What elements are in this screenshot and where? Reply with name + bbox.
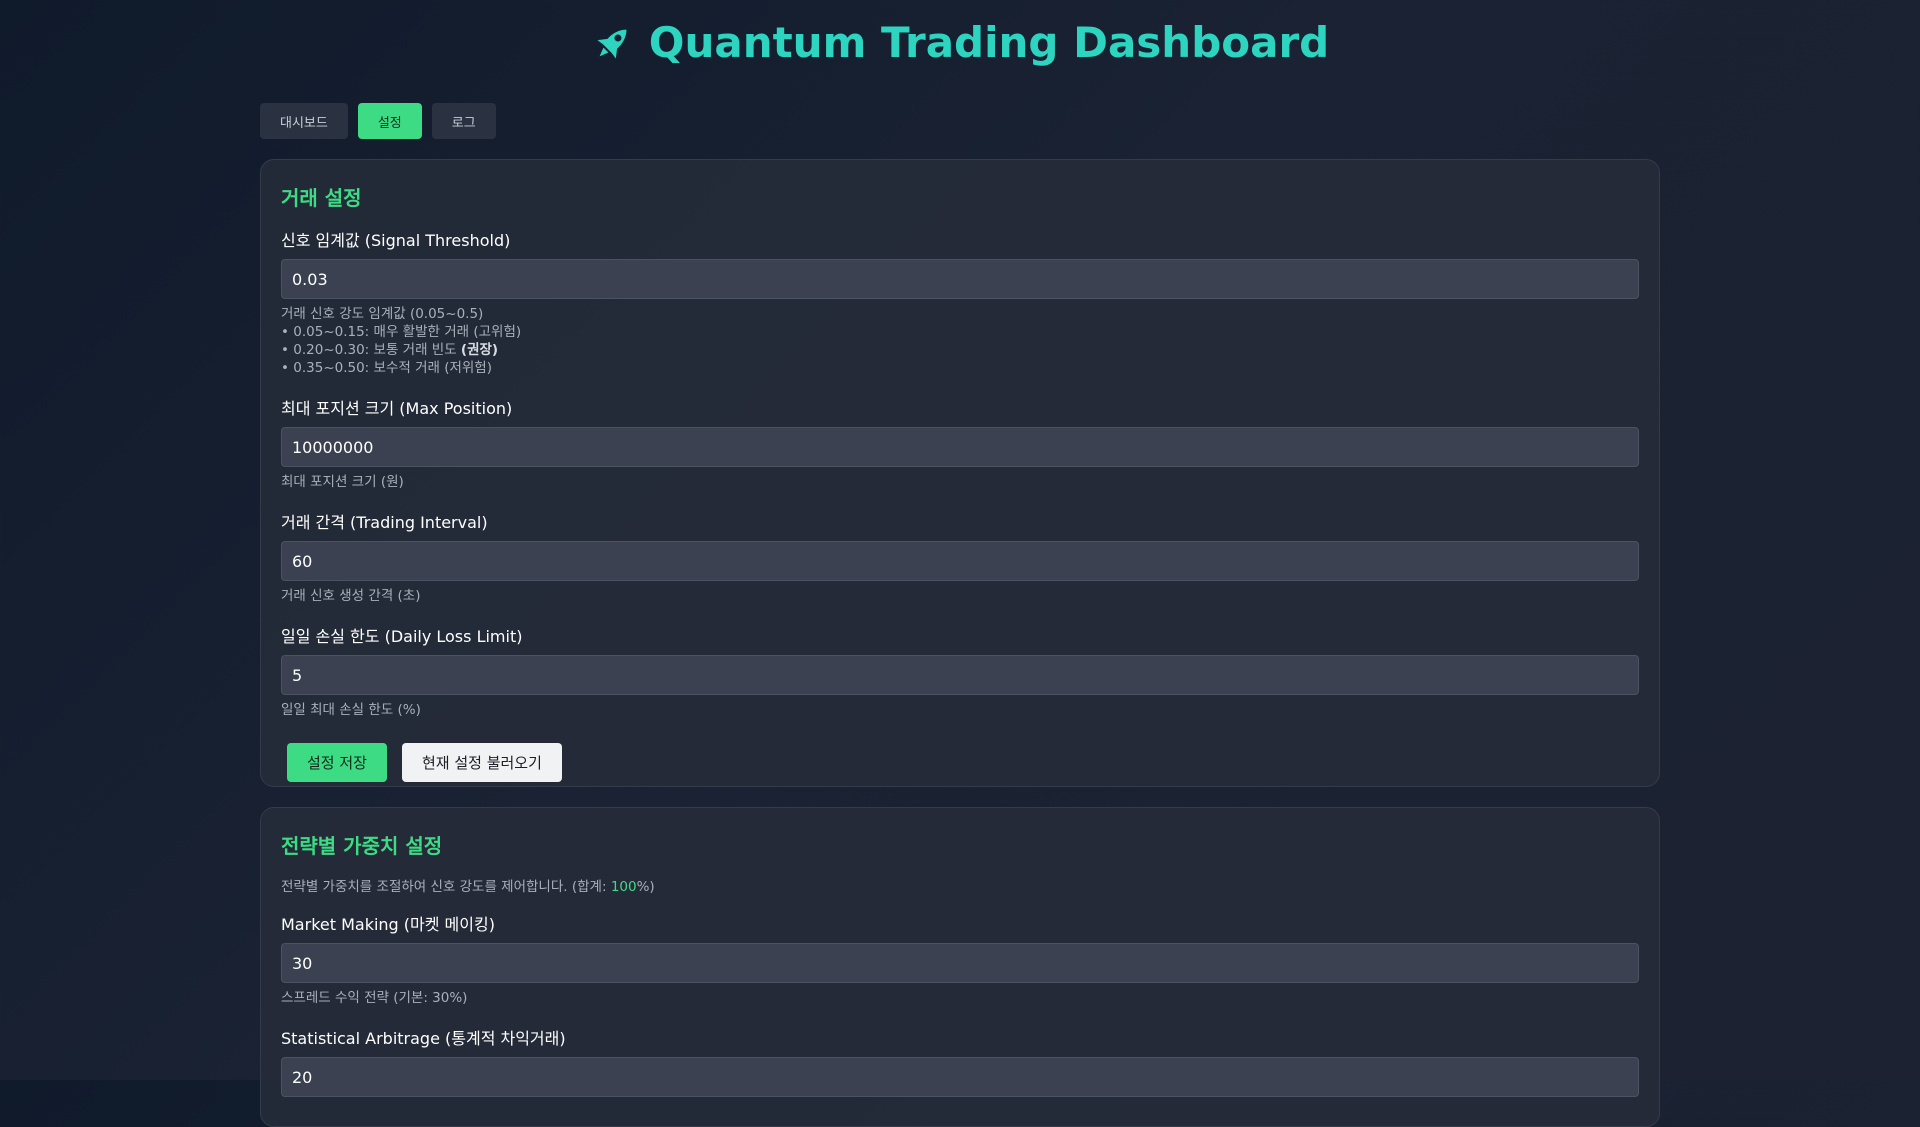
- stat-arb-label: Statistical Arbitrage (통계적 차익거래): [281, 1029, 566, 1048]
- daily-loss-help: 일일 최대 손실 한도 (%): [281, 702, 421, 718]
- description-suffix: %): [636, 879, 655, 895]
- daily-loss-label: 일일 손실 한도 (Daily Loss Limit): [281, 627, 523, 646]
- help-text: • 0.20~0.30: 보통 거래 빈도: [281, 342, 461, 358]
- trading-settings-card: 거래 설정 신호 임계값 (Signal Threshold) 거래 신호 강도…: [260, 159, 1660, 787]
- settings-actions: 설정 저장 현재 설정 불러오기: [281, 743, 1639, 782]
- trading-interval-help: 거래 신호 생성 간격 (초): [281, 588, 421, 604]
- signal-threshold-label: 신호 임계값 (Signal Threshold): [281, 231, 511, 250]
- load-settings-button[interactable]: 현재 설정 불러오기: [401, 743, 562, 782]
- signal-threshold-input[interactable]: [281, 259, 1639, 299]
- help-line: 거래 신호 강도 임계값 (0.05~0.5): [281, 306, 484, 322]
- help-line: • 0.20~0.30: 보통 거래 빈도 (권장): [281, 341, 1639, 359]
- help-line: • 0.35~0.50: 보수적 거래 (저위험): [281, 360, 492, 376]
- max-position-field: 최대 포지션 크기 (Max Position) 최대 포지션 크기 (원): [281, 395, 1639, 491]
- page-header: Quantum Trading Dashboard: [0, 18, 1920, 67]
- signal-threshold-field: 신호 임계값 (Signal Threshold) 거래 신호 강도 임계값 (…: [281, 227, 1639, 377]
- trading-interval-field: 거래 간격 (Trading Interval) 거래 신호 생성 간격 (초): [281, 509, 1639, 605]
- trading-settings-title: 거래 설정: [281, 186, 362, 210]
- max-position-help: 최대 포지션 크기 (원): [281, 474, 404, 490]
- strategy-weights-card: 전략별 가중치 설정 전략별 가중치를 조절하여 신호 강도를 제어합니다. (…: [260, 807, 1660, 1127]
- page-title: Quantum Trading Dashboard: [648, 18, 1330, 67]
- trading-interval-input[interactable]: [281, 541, 1639, 581]
- stat-arb-input[interactable]: [281, 1057, 1639, 1097]
- tab-dashboard[interactable]: 대시보드: [260, 103, 348, 139]
- tab-bar: 대시보드 설정 로그: [260, 103, 496, 139]
- rocket-icon: [597, 29, 627, 59]
- market-making-input[interactable]: [281, 943, 1639, 983]
- market-making-field: Market Making (마켓 메이킹) 스프레드 수익 전략 (기본: 3…: [281, 911, 1639, 1007]
- max-position-label: 최대 포지션 크기 (Max Position): [281, 399, 513, 418]
- help-line: • 0.05~0.15: 매우 활발한 거래 (고위험): [281, 324, 522, 340]
- description-text: 전략별 가중치를 조절하여 신호 강도를 제어합니다. (합계:: [281, 879, 611, 895]
- weight-total: 100: [610, 879, 637, 895]
- recommended-label: (권장): [460, 342, 499, 358]
- tab-settings[interactable]: 설정: [357, 103, 422, 139]
- save-settings-button[interactable]: 설정 저장: [287, 743, 387, 782]
- market-making-label: Market Making (마켓 메이킹): [281, 915, 495, 934]
- trading-interval-label: 거래 간격 (Trading Interval): [281, 513, 488, 532]
- daily-loss-input[interactable]: [281, 655, 1639, 695]
- market-making-help: 스프레드 수익 전략 (기본: 30%): [281, 990, 468, 1006]
- strategy-weights-description: 전략별 가중치를 조절하여 신호 강도를 제어합니다. (합계: 100%): [281, 875, 1639, 895]
- stat-arb-field: Statistical Arbitrage (통계적 차익거래): [281, 1025, 1639, 1097]
- signal-threshold-help: 거래 신호 강도 임계값 (0.05~0.5) • 0.05~0.15: 매우 …: [281, 305, 1639, 377]
- daily-loss-field: 일일 손실 한도 (Daily Loss Limit) 일일 최대 손실 한도 …: [281, 623, 1639, 719]
- tab-logs[interactable]: 로그: [431, 103, 496, 139]
- max-position-input[interactable]: [281, 427, 1639, 467]
- strategy-weights-title: 전략별 가중치 설정: [281, 834, 443, 858]
